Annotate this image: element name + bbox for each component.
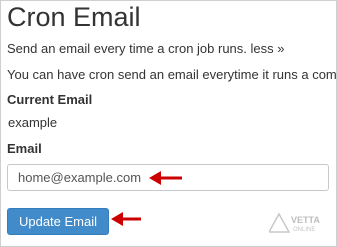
current-email-value: example bbox=[8, 115, 58, 130]
arrow-left-icon bbox=[111, 212, 141, 226]
cron-email-panel: Cron Email Send an email every time a cr… bbox=[0, 0, 337, 247]
page-description: Send an email every time a cron job runs… bbox=[7, 41, 285, 56]
description-text: Send an email every time a cron job runs… bbox=[7, 41, 247, 56]
current-email-label: Current Email bbox=[7, 92, 93, 107]
svg-text:ONLINE: ONLINE bbox=[293, 227, 315, 233]
less-link[interactable]: less » bbox=[251, 41, 285, 56]
page-details: You can have cron send an email everytim… bbox=[7, 67, 337, 82]
svg-text:VETTA: VETTA bbox=[291, 215, 320, 225]
arrow-left-icon bbox=[149, 171, 182, 185]
email-label: Email bbox=[7, 141, 42, 156]
page-title: Cron Email bbox=[7, 2, 141, 32]
watermark-logo: VETTA ONLINE bbox=[269, 212, 320, 233]
update-email-button[interactable]: Update Email bbox=[7, 208, 109, 235]
